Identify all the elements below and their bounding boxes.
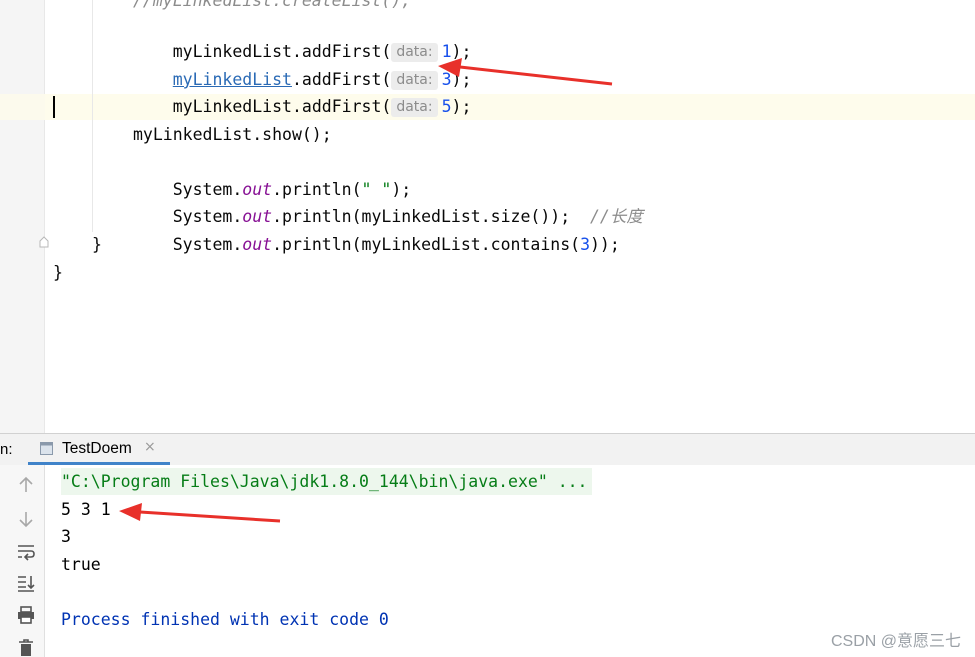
code-line-close-method[interactable]: } bbox=[92, 231, 102, 258]
console-icon bbox=[40, 442, 53, 455]
print-icon[interactable] bbox=[16, 605, 36, 625]
scroll-to-end-icon[interactable] bbox=[16, 573, 36, 593]
caret-line-gutter bbox=[0, 94, 45, 120]
console-command-line: "C:\Program Files\Java\jdk1.8.0_144\bin\… bbox=[61, 468, 592, 495]
code-line-println-space[interactable]: System.out.println(" "); bbox=[133, 149, 411, 199]
run-tool-window-header: n: TestDoem × bbox=[0, 433, 975, 465]
watermark: CSDN @意愿三七 bbox=[830, 633, 961, 650]
tab-label: TestDoem bbox=[62, 440, 132, 457]
code-line-addfirst-1[interactable]: myLinkedList.addFirst(data: 1); bbox=[133, 11, 471, 62]
number-literal: 5 bbox=[441, 97, 452, 116]
console-exit-message: Process finished with exit code 0 bbox=[61, 610, 389, 629]
code-line-show[interactable]: myLinkedList.show(); bbox=[133, 121, 332, 148]
code-line-addfirst-5[interactable]: myLinkedList.addFirst(data: 5); bbox=[133, 66, 471, 117]
tab-testdoem[interactable]: TestDoem × bbox=[28, 434, 170, 465]
trash-icon[interactable] bbox=[16, 637, 36, 657]
run-label: n: bbox=[0, 441, 13, 458]
number-literal: 3 bbox=[580, 235, 590, 254]
method-call: .println(myLinkedList.contains( bbox=[272, 235, 581, 254]
code-line-println-size[interactable]: System.out.println(myLinkedList.size());… bbox=[133, 176, 643, 226]
indent-guide bbox=[92, 0, 93, 232]
text-caret bbox=[53, 96, 55, 118]
static-field: out bbox=[242, 235, 273, 254]
console-output-line: 5 3 1 bbox=[61, 500, 111, 519]
console-output-line: true bbox=[61, 555, 101, 574]
code-line-addfirst-3[interactable]: myLinkedList.addFirst(data: 3); bbox=[133, 39, 471, 90]
method-call: .addFirst( bbox=[291, 97, 392, 116]
console-output-line: 3 bbox=[61, 527, 71, 546]
up-arrow-icon[interactable] bbox=[16, 475, 36, 495]
code-line-println-contains[interactable]: System.out.println(myLinkedList.contains… bbox=[133, 204, 620, 254]
identifier: myLinkedList bbox=[172, 97, 292, 116]
class-name: System. bbox=[172, 235, 243, 254]
run-side-toolbar bbox=[0, 465, 45, 657]
code-editor[interactable]: //myLinkedList.createList(); myLinkedLis… bbox=[0, 0, 975, 433]
down-arrow-icon[interactable] bbox=[16, 509, 36, 529]
editor-gutter[interactable] bbox=[0, 0, 45, 433]
punctuation: ); bbox=[451, 97, 472, 116]
fold-marker-icon[interactable] bbox=[39, 236, 49, 248]
close-icon[interactable]: × bbox=[144, 439, 156, 455]
soft-wrap-icon[interactable] bbox=[16, 542, 36, 562]
punctuation: )); bbox=[590, 235, 620, 254]
code-line-close-class[interactable]: } bbox=[53, 259, 63, 286]
parameter-hint: data: bbox=[391, 98, 438, 117]
